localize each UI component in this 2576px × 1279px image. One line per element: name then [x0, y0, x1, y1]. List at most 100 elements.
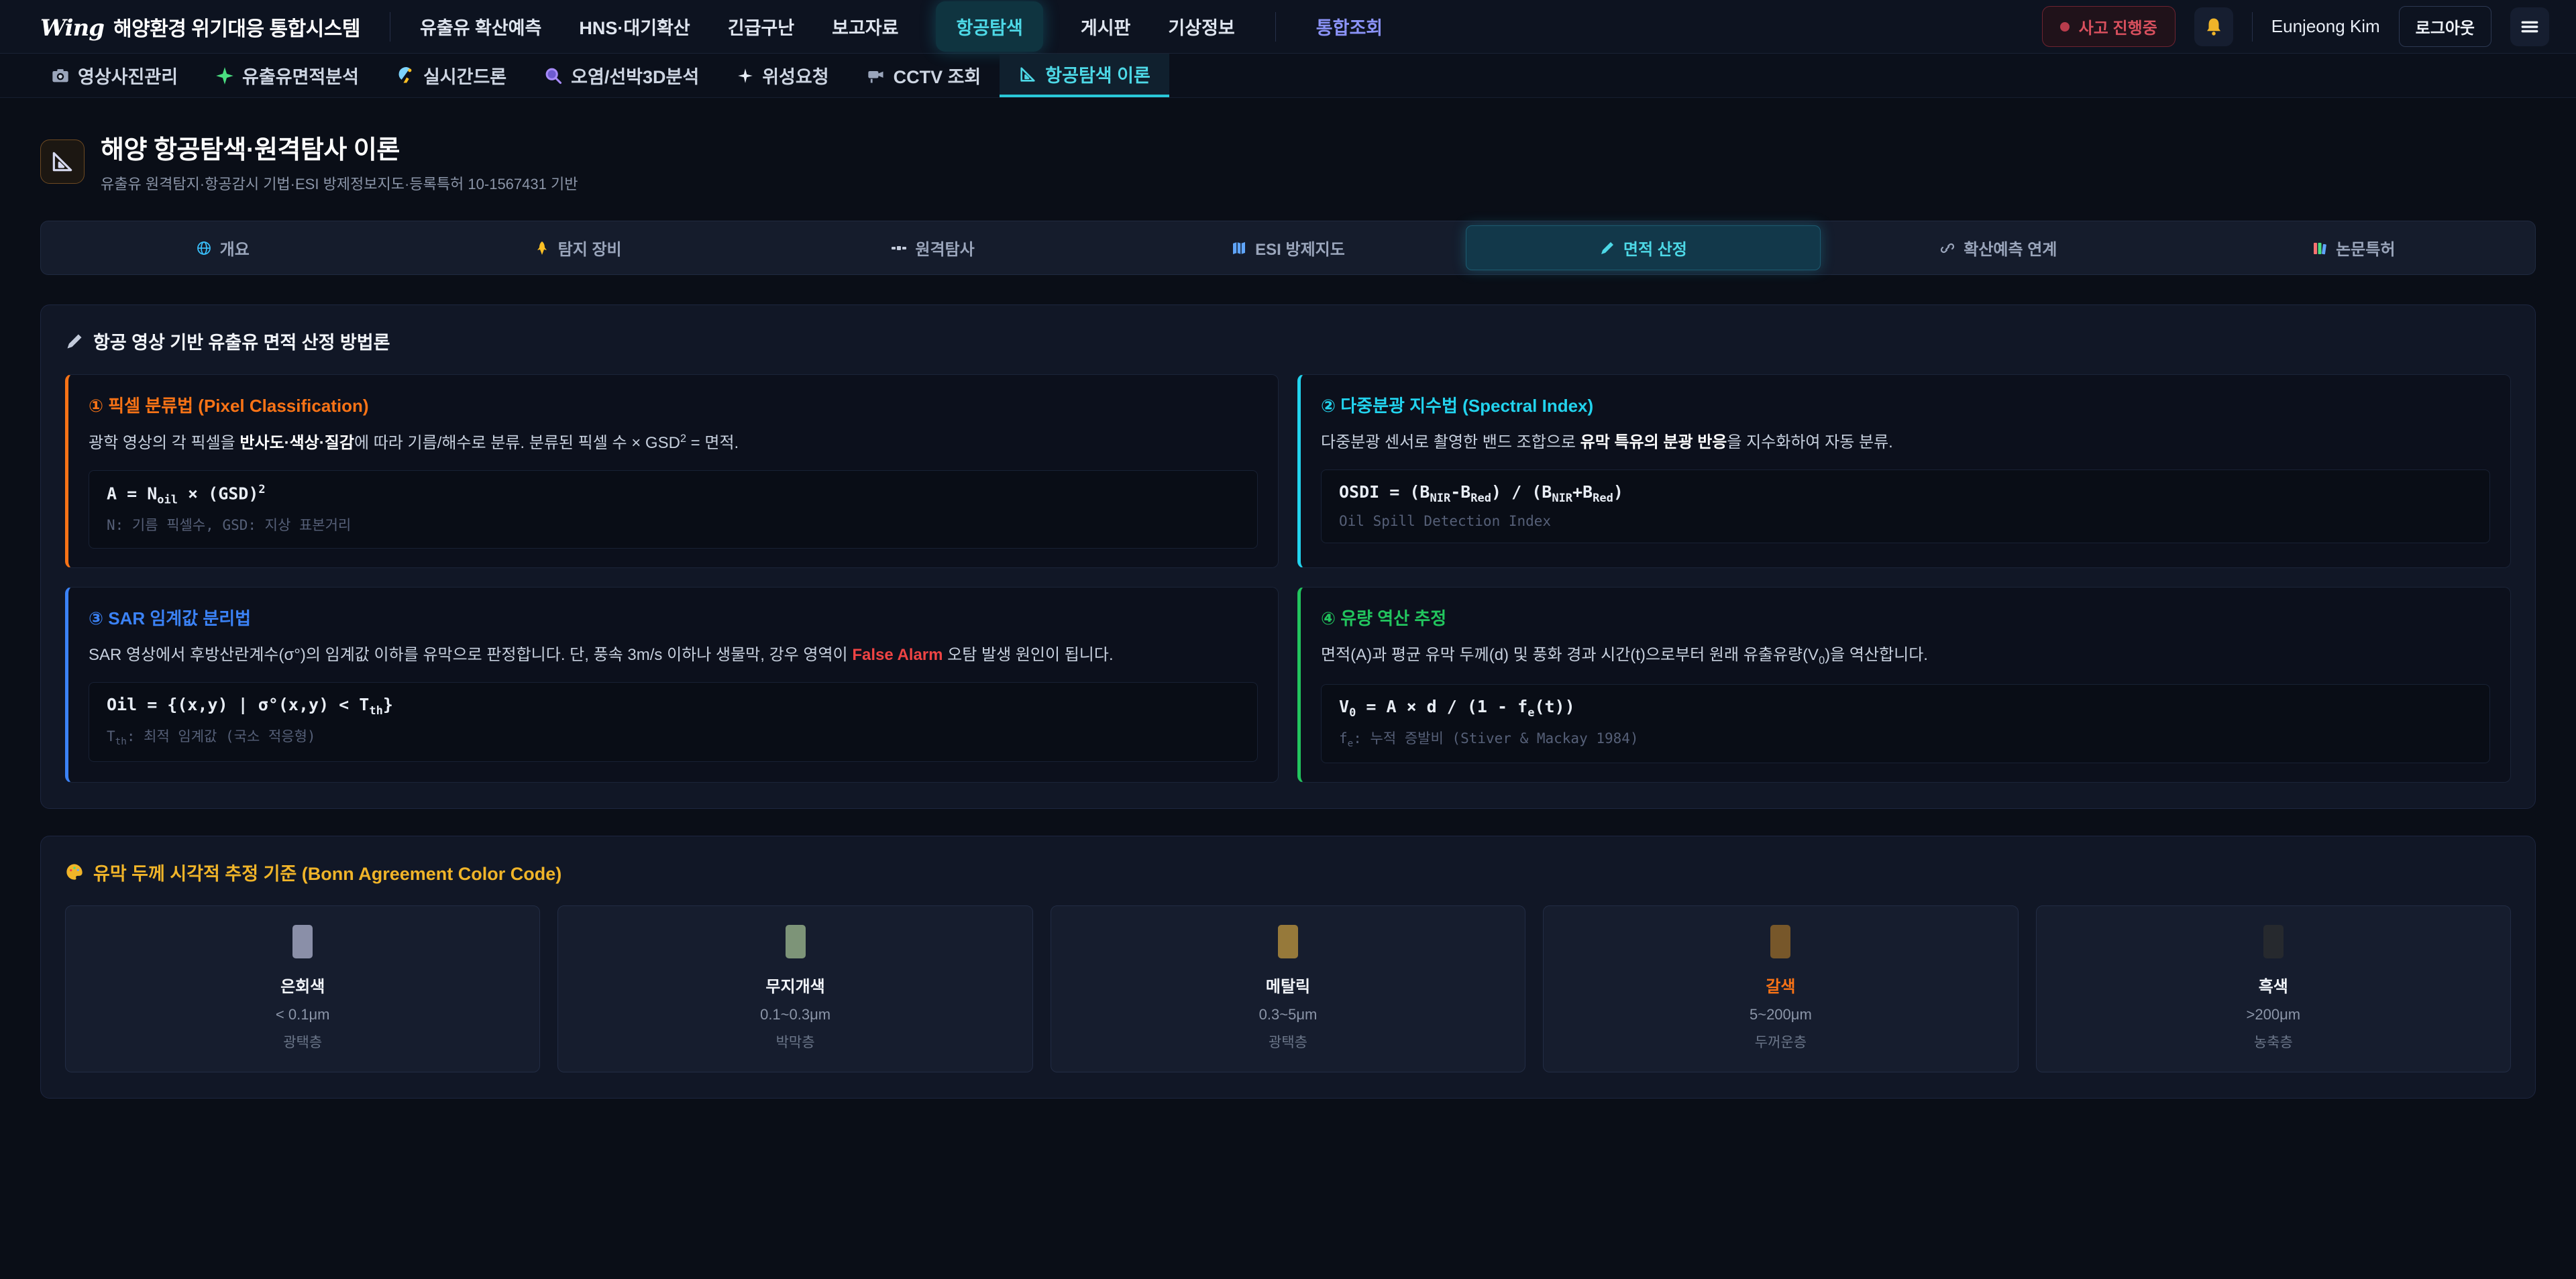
incident-status-label: 사고 진행중 — [2079, 15, 2157, 38]
magnifier-icon — [544, 66, 563, 85]
color-swatch — [1278, 925, 1298, 958]
cctv-icon — [867, 66, 885, 85]
nav-item-reports[interactable]: 보고자료 — [832, 13, 898, 40]
bonn-layer: 두꺼운층 — [1557, 1032, 2004, 1052]
subnav-label: 항공탐색 이론 — [1045, 61, 1150, 87]
color-swatch — [786, 925, 806, 958]
antenna-icon — [396, 66, 415, 85]
subnav-item-image-management[interactable]: 영상사진관리 — [32, 54, 197, 97]
section-title-bonn: 유막 두께 시각적 추정 기준 (Bonn Agreement Color Co… — [65, 859, 2511, 885]
user-name: Eunjeong Kim — [2271, 16, 2380, 37]
subnav-label: 위성요청 — [762, 62, 828, 89]
nav-item-integrated-search[interactable]: 통합조회 — [1316, 13, 1383, 40]
method-title: ③ SAR 임계값 분리법 — [89, 605, 1258, 630]
pencil-icon — [1599, 240, 1615, 256]
subnav-item-pollution-3d[interactable]: 오염/선박3D분석 — [525, 54, 718, 97]
bonn-name: 무지개색 — [572, 973, 1018, 997]
globe-icon — [196, 240, 212, 256]
bonn-card-metallic: 메탈릭 0.3~5μm 광택층 — [1051, 905, 1525, 1072]
area-methods-section: 항공 영상 기반 유출유 면적 산정 방법론 ① 픽셀 분류법 (Pixel C… — [40, 304, 2536, 809]
bonn-thickness: 5~200μm — [1557, 1006, 2004, 1023]
method-body: 다중분광 센서로 촬영한 밴드 조합으로 유막 특유의 분광 반응을 지수화하여… — [1321, 431, 2490, 455]
tab-label: 확산예측 연계 — [1964, 236, 2057, 260]
method-card-spectral-index: ② 다중분광 지수법 (Spectral Index) 다중분광 센서로 촬영한… — [1297, 374, 2511, 568]
set-square-icon — [50, 149, 75, 174]
tab-papers-patents[interactable]: 논문특허 — [2176, 225, 2531, 270]
tab-overview[interactable]: 개요 — [45, 225, 400, 270]
notification-button[interactable] — [2194, 7, 2233, 46]
bonn-layer: 광택층 — [79, 1032, 526, 1052]
formula-block: V0 = A × d / (1 - fe(t)) fe: 누적 증발비 (Sti… — [1321, 684, 2490, 763]
section-title-text: 유막 두께 시각적 추정 기준 (Bonn Agreement Color Co… — [93, 859, 561, 885]
method-card-volume-estimation: ④ 유량 역산 추정 면적(A)과 평균 유막 두께(d) 및 풍화 경과 시간… — [1297, 587, 2511, 782]
tab-label: 면적 산정 — [1623, 236, 1687, 260]
bonn-name: 은회색 — [79, 973, 526, 997]
bonn-card-silver-gray: 은회색 < 0.1μm 광택층 — [65, 905, 540, 1072]
subnav-label: 실시간드론 — [423, 62, 506, 89]
subnav-item-satellite-request[interactable]: 위성요청 — [718, 54, 847, 97]
bell-icon — [2204, 17, 2224, 37]
menu-button[interactable] — [2510, 7, 2549, 46]
sub-nav: 영상사진관리 유출유면적분석 실시간드론 오염/선박3D분석 위성요청 CCTV… — [0, 54, 2576, 98]
subnav-label: CCTV 조회 — [894, 62, 981, 89]
tab-label: 논문특허 — [2336, 236, 2395, 260]
bonn-layer: 광택층 — [1065, 1032, 1511, 1052]
formula: V0 = A × d / (1 - fe(t)) — [1339, 697, 2472, 720]
subnav-item-oil-area-analysis[interactable]: 유출유면적분석 — [197, 54, 378, 97]
tab-detection-equipment[interactable]: 탐지 장비 — [400, 225, 755, 270]
formula: Oil = {(x,y) | σ°(x,y) < Tth} — [107, 695, 1240, 718]
divider — [1275, 12, 1276, 42]
nav-item-rescue[interactable]: 긴급구난 — [728, 13, 794, 40]
bonn-name: 메탈릭 — [1065, 973, 1511, 997]
page-subtitle: 유출유 원격탐지·항공감시 기법·ESI 방제정보지도·등록특허 10-1567… — [101, 172, 578, 194]
pencil-icon — [65, 332, 84, 351]
nav-item-weather[interactable]: 기상정보 — [1168, 13, 1234, 40]
method-body: 면적(A)과 평균 유막 두께(d) 및 풍화 경과 시간(t)으로부터 원래 … — [1321, 643, 2490, 669]
method-body: 광학 영상의 각 픽셀을 반사도·색상·질감에 따라 기름/해수로 분류. 분류… — [89, 431, 1258, 455]
color-swatch — [1770, 925, 1790, 958]
nav-item-aerial-search[interactable]: 항공탐색 — [936, 1, 1042, 52]
method-title: ① 픽셀 분류법 (Pixel Classification) — [89, 392, 1258, 417]
tab-esi-map[interactable]: ESI 방제지도 — [1110, 225, 1465, 270]
formula-caption: N: 기름 픽셀수, GSD: 지상 표본거리 — [107, 514, 1240, 535]
subnav-label: 영상사진관리 — [78, 62, 178, 89]
incident-status-badge[interactable]: 사고 진행중 — [2042, 6, 2176, 47]
bonn-thickness: 0.3~5μm — [1065, 1006, 1511, 1023]
bonn-grid: 은회색 < 0.1μm 광택층 무지개색 0.1~0.3μm 박막층 메탈릭 0… — [65, 905, 2511, 1072]
tab-remote-sensing[interactable]: 원격탐사 — [755, 225, 1110, 270]
tab-area-calculation[interactable]: 면적 산정 — [1466, 225, 1821, 270]
section-title-text: 항공 영상 기반 유출유 면적 산정 방법론 — [93, 328, 390, 354]
tab-label: 탐지 장비 — [558, 236, 622, 260]
method-body: SAR 영상에서 후방산란계수(σ°)의 임계값 이하를 유막으로 판정합니다.… — [89, 643, 1258, 667]
page-title: 해양 항공탐색·원격탐사 이론 — [101, 129, 578, 166]
bonn-layer: 박막층 — [572, 1032, 1018, 1052]
theory-tab-bar: 개요 탐지 장비 원격탐사 ESI 방제지도 면적 산정 확산예측 연계 논문특… — [40, 221, 2536, 275]
divider — [2252, 12, 2253, 42]
bonn-card-brown: 갈색 5~200μm 두꺼운층 — [1543, 905, 2018, 1072]
formula-block: A = Noil × (GSD)2 N: 기름 픽셀수, GSD: 지상 표본거… — [89, 470, 1258, 549]
subnav-item-aerial-theory[interactable]: 항공탐색 이론 — [1000, 54, 1169, 97]
formula-block: Oil = {(x,y) | σ°(x,y) < Tth} Tth: 최적 임계… — [89, 682, 1258, 761]
tab-label: 개요 — [220, 236, 250, 260]
bonn-color-code-section: 유막 두께 시각적 추정 기준 (Bonn Agreement Color Co… — [40, 836, 2536, 1099]
method-card-sar-threshold: ③ SAR 임계값 분리법 SAR 영상에서 후방산란계수(σ°)의 임계값 이… — [65, 587, 1279, 782]
brand[interactable]: Wing 해양환경 위기대응 통합시스템 — [40, 12, 360, 42]
tab-diffusion-link[interactable]: 확산예측 연계 — [1821, 225, 2176, 270]
formula: OSDI = (BNIR-BRed) / (BNIR+BRed) — [1339, 482, 2472, 505]
satellite-icon — [891, 240, 907, 256]
logout-button[interactable]: 로그아웃 — [2399, 6, 2491, 47]
formula-block: OSDI = (BNIR-BRed) / (BNIR+BRed) Oil Spi… — [1321, 469, 2490, 543]
tab-label: 원격탐사 — [915, 236, 974, 260]
page-content: 해양 항공탐색·원격탐사 이론 유출유 원격탐지·항공감시 기법·ESI 방제정… — [0, 98, 2576, 1099]
tab-label: ESI 방제지도 — [1255, 236, 1345, 260]
bonn-layer: 농축층 — [2050, 1032, 2497, 1052]
method-title: ④ 유량 역산 추정 — [1321, 605, 2490, 630]
section-title-methods: 항공 영상 기반 유출유 면적 산정 방법론 — [65, 328, 2511, 354]
palette-icon — [65, 863, 84, 881]
nav-item-spill-forecast[interactable]: 유출유 확산예측 — [420, 13, 541, 40]
subnav-item-realtime-drone[interactable]: 실시간드론 — [378, 54, 525, 97]
subnav-item-cctv[interactable]: CCTV 조회 — [848, 54, 1000, 97]
rocket-icon — [534, 240, 550, 256]
nav-item-board[interactable]: 게시판 — [1081, 13, 1131, 40]
nav-item-hns[interactable]: HNS·대기확산 — [579, 13, 690, 40]
